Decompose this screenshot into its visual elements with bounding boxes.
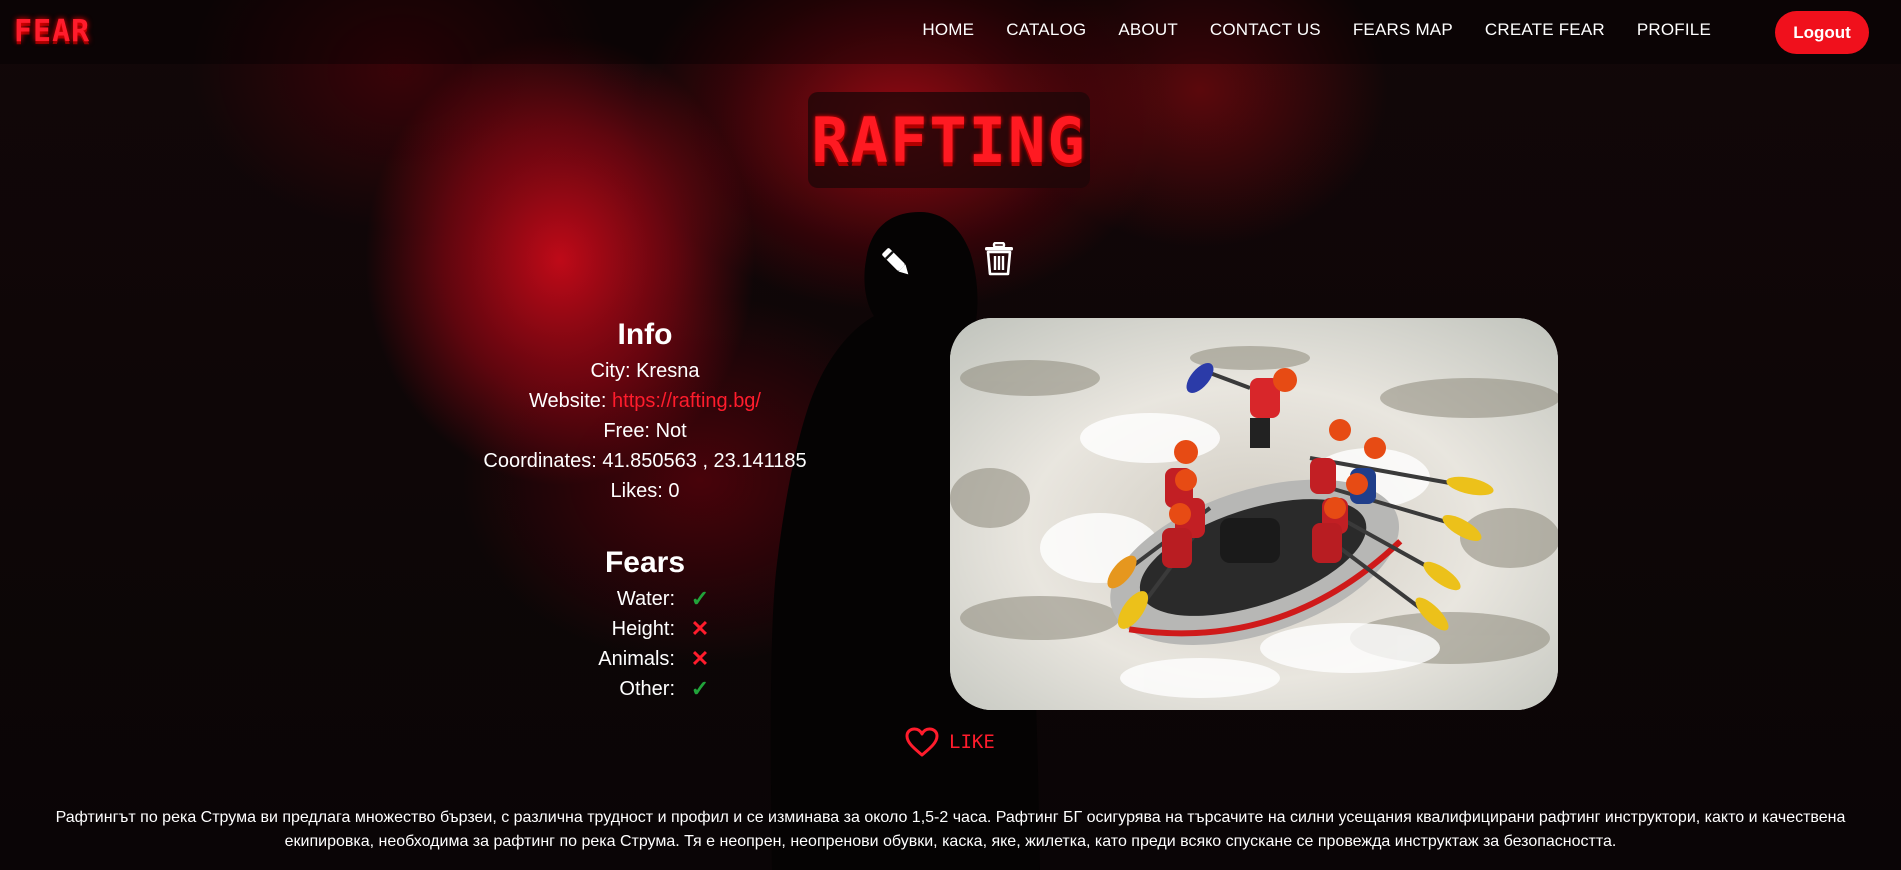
page-title: RAFTING (811, 103, 1087, 177)
nav-fears-map[interactable]: FEARS MAP (1353, 20, 1453, 40)
cross-icon: ✕ (690, 616, 710, 641)
logout-button[interactable]: Logout (1775, 11, 1869, 54)
fears-heading: Fears (604, 546, 686, 579)
free-value: Not (655, 420, 687, 442)
fear-label: Animals: (598, 648, 675, 670)
nav-about[interactable]: ABOUT (1118, 20, 1178, 40)
coordinates-label: Coordinates: (483, 450, 597, 472)
city-label: City: (590, 360, 631, 382)
city-value: Kresna (636, 360, 700, 382)
logo[interactable]: FEAR (14, 14, 90, 49)
nav-create-fear[interactable]: CREATE FEAR (1485, 20, 1605, 40)
info-city: City: Kresna (440, 356, 850, 386)
nav-links: HOME CATALOG ABOUT CONTACT US FEARS MAP … (922, 20, 1711, 40)
website-label: Website: (529, 390, 607, 412)
likes-label: Likes: (610, 480, 663, 502)
likes-value: 0 (668, 480, 680, 502)
info-website: Website: https://rafting.bg/ (440, 386, 850, 416)
nav-catalog[interactable]: CATALOG (1006, 20, 1086, 40)
like-button[interactable]: LIKE (905, 727, 995, 757)
fears-section: Fears Water: ✓ Height: ✕ Animals: ✕ Othe… (540, 546, 750, 704)
fear-row-height: Height: ✕ (540, 614, 750, 644)
free-label: Free: (603, 420, 650, 442)
info-heading: Info (617, 318, 673, 351)
info-likes: Likes: 0 (440, 476, 850, 506)
rafting-photo-illustration (950, 318, 1558, 710)
check-icon: ✓ (690, 676, 710, 701)
page: FEAR HOME CATALOG ABOUT CONTACT US FEARS… (0, 0, 1901, 870)
fear-label: Height: (611, 618, 675, 640)
coordinates-value: 41.850563 , 23.141185 (602, 450, 807, 472)
fear-row-water: Water: ✓ (540, 584, 750, 614)
edit-icon[interactable] (878, 244, 916, 282)
cross-icon: ✕ (690, 646, 710, 671)
nav-home[interactable]: HOME (922, 20, 974, 40)
info-free: Free: Not (440, 416, 850, 446)
check-icon: ✓ (690, 586, 710, 611)
nav-contact-us[interactable]: CONTACT US (1210, 20, 1321, 40)
like-label: LIKE (949, 731, 995, 753)
navbar: FEAR HOME CATALOG ABOUT CONTACT US FEARS… (0, 0, 1901, 64)
fear-row-other: Other: ✓ (540, 674, 750, 704)
fear-label: Other: (619, 678, 675, 700)
fear-description: Рафтингът по река Струма ви предлага мно… (55, 809, 1846, 850)
fear-label: Water: (616, 588, 675, 610)
delete-icon[interactable] (983, 242, 1015, 276)
title-box: RAFTING (808, 92, 1090, 188)
info-section: Info City: Kresna Website: https://rafti… (440, 318, 850, 506)
info-coordinates: Coordinates: 41.850563 , 23.141185 (440, 446, 850, 476)
website-link[interactable]: https://rafting.bg/ (612, 390, 761, 412)
nav-profile[interactable]: PROFILE (1637, 20, 1711, 40)
fear-row-animals: Animals: ✕ (540, 644, 750, 674)
heart-icon (905, 727, 939, 757)
fear-photo (950, 318, 1558, 710)
